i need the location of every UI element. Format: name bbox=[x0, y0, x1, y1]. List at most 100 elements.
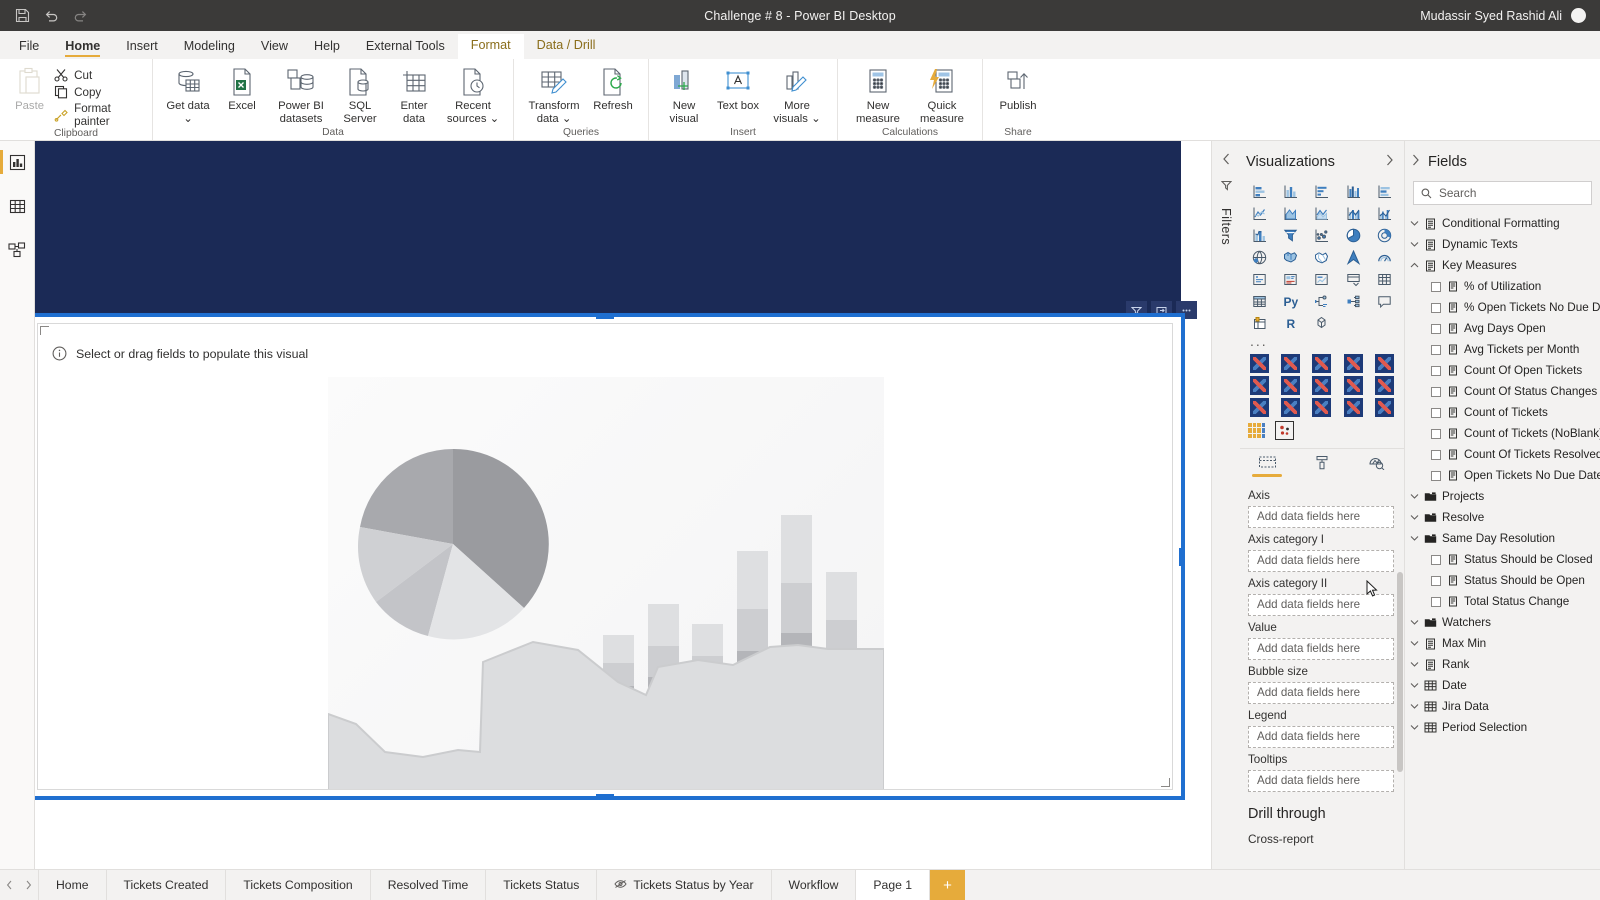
publish-button[interactable]: Publish bbox=[992, 63, 1044, 113]
scatter-chart-icon[interactable] bbox=[1306, 225, 1337, 246]
field-item[interactable]: Count of Tickets bbox=[1405, 402, 1600, 423]
tab-analytics[interactable] bbox=[1349, 455, 1404, 480]
custom-visual-icon[interactable] bbox=[1312, 398, 1331, 417]
ribbon-tab-format[interactable]: Format bbox=[458, 34, 524, 59]
stacked-column-chart-icon[interactable] bbox=[1275, 181, 1306, 202]
chevron-down-icon[interactable] bbox=[1409, 514, 1419, 521]
page-tab-workflow[interactable]: Workflow bbox=[771, 870, 856, 900]
get-more-visuals-icon[interactable] bbox=[1275, 421, 1294, 440]
new-measure-button[interactable]: New measure bbox=[847, 63, 909, 125]
field-checkbox[interactable] bbox=[1431, 387, 1441, 397]
ribbon-tab-external-tools[interactable]: External Tools bbox=[353, 36, 458, 59]
power-bi-datasets-button[interactable]: Power BI datasets bbox=[270, 63, 332, 125]
refresh-button[interactable]: Refresh bbox=[587, 63, 639, 113]
r-script-visual-icon[interactable]: R bbox=[1275, 313, 1306, 334]
avatar[interactable] bbox=[1571, 8, 1586, 23]
q-and-a-icon[interactable] bbox=[1369, 291, 1400, 312]
field-group-rank[interactable]: Rank bbox=[1405, 654, 1600, 675]
custom-visual-icon[interactable] bbox=[1344, 354, 1363, 373]
field-group-max-min[interactable]: Max Min bbox=[1405, 633, 1600, 654]
well-drop-axis-category-1[interactable]: Add data fields here bbox=[1248, 550, 1394, 572]
field-item[interactable]: Count Of Open Tickets bbox=[1405, 360, 1600, 381]
recent-sources-button[interactable]: Recent sources ⌄ bbox=[442, 63, 504, 125]
chevron-down-icon[interactable] bbox=[1409, 724, 1419, 731]
chevron-up-icon[interactable] bbox=[1409, 262, 1419, 269]
filters-rail[interactable]: Filters bbox=[1212, 141, 1240, 869]
ribbon-tab-data-drill[interactable]: Data / Drill bbox=[524, 34, 609, 59]
well-drop-tooltips[interactable]: Add data fields here bbox=[1248, 770, 1394, 792]
custom-visual-icon[interactable] bbox=[1250, 354, 1269, 373]
page-tab-resolved-time[interactable]: Resolved Time bbox=[370, 870, 486, 900]
page-tab-page-1[interactable]: Page 1 bbox=[855, 870, 929, 900]
custom-visual-icon[interactable] bbox=[1281, 398, 1300, 417]
line-and-stacked-column-chart-icon[interactable] bbox=[1338, 203, 1369, 224]
redo-icon[interactable] bbox=[72, 7, 89, 24]
empty-visual[interactable]: Select or drag fields to populate this v… bbox=[37, 323, 1173, 790]
chevron-down-icon[interactable] bbox=[1409, 241, 1419, 248]
page-tab-tickets-status[interactable]: Tickets Status bbox=[485, 870, 596, 900]
ribbon-tab-modeling[interactable]: Modeling bbox=[171, 36, 248, 59]
custom-visual-icon[interactable] bbox=[1312, 376, 1331, 395]
field-item[interactable]: Status Should be Closed bbox=[1405, 549, 1600, 570]
field-folder-watchers[interactable]: Watchers bbox=[1405, 612, 1600, 633]
add-page-button[interactable]: + bbox=[929, 870, 965, 900]
filter-funnel-icon[interactable] bbox=[1221, 178, 1232, 196]
chevron-right-icon[interactable] bbox=[1411, 153, 1420, 171]
sql-server-button[interactable]: SQL Server bbox=[334, 63, 386, 125]
key-influencers-icon[interactable] bbox=[1338, 291, 1369, 312]
quick-measure-button[interactable]: Quick measure bbox=[911, 63, 973, 125]
gauge-icon[interactable] bbox=[1369, 247, 1400, 268]
custom-visual-icon[interactable] bbox=[1375, 354, 1394, 373]
slicer-icon[interactable] bbox=[1338, 269, 1369, 290]
azure-map-icon[interactable] bbox=[1338, 247, 1369, 268]
field-checkbox[interactable] bbox=[1431, 597, 1441, 607]
page-tab-tickets-composition[interactable]: Tickets Composition bbox=[225, 870, 369, 900]
field-item[interactable]: Total Status Change bbox=[1405, 591, 1600, 612]
field-item[interactable]: Avg Days Open bbox=[1405, 318, 1600, 339]
tab-fields-well[interactable] bbox=[1240, 455, 1295, 480]
field-folder-projects[interactable]: Projects bbox=[1405, 486, 1600, 507]
stacked-bar-chart-icon[interactable] bbox=[1244, 181, 1275, 202]
visual-gallery-more-options[interactable]: ... bbox=[1240, 334, 1404, 350]
transform-data-button[interactable]: Transform data ⌄ bbox=[523, 63, 585, 125]
chevron-right-icon[interactable] bbox=[1385, 153, 1394, 171]
new-visual-button[interactable]: New visual bbox=[658, 63, 710, 125]
card-icon[interactable] bbox=[1244, 269, 1275, 290]
pie-chart-icon[interactable] bbox=[1338, 225, 1369, 246]
chevron-down-icon[interactable] bbox=[1409, 535, 1419, 542]
ribbon-chart-icon[interactable] bbox=[1244, 225, 1275, 246]
sidebar-item-model-view[interactable] bbox=[0, 235, 35, 265]
copy-button[interactable]: Copy bbox=[54, 85, 143, 99]
enter-data-button[interactable]: Enter data bbox=[388, 63, 440, 125]
filters-pane-label[interactable]: Filters bbox=[1219, 208, 1233, 245]
filled-map-icon[interactable] bbox=[1275, 247, 1306, 268]
field-table-period-selection[interactable]: Period Selection bbox=[1405, 717, 1600, 738]
funnel-chart-icon[interactable] bbox=[1275, 225, 1306, 246]
area-chart-icon[interactable] bbox=[1275, 203, 1306, 224]
kpi-icon[interactable] bbox=[1306, 269, 1337, 290]
field-table-date[interactable]: Date bbox=[1405, 675, 1600, 696]
sidebar-item-data-view[interactable] bbox=[0, 191, 35, 221]
line-and-clustered-column-chart-icon[interactable] bbox=[1369, 203, 1400, 224]
matrix-icon[interactable] bbox=[1244, 291, 1275, 312]
selected-visual-container[interactable]: Select or drag fields to populate this v… bbox=[35, 313, 1185, 800]
chevron-down-icon[interactable] bbox=[1409, 640, 1419, 647]
chevron-down-icon[interactable] bbox=[1409, 493, 1419, 500]
field-checkbox[interactable] bbox=[1431, 282, 1441, 292]
table-icon[interactable] bbox=[1369, 269, 1400, 290]
shape-map-icon[interactable] bbox=[1306, 247, 1337, 268]
field-checkbox[interactable] bbox=[1431, 576, 1441, 586]
line-chart-icon[interactable] bbox=[1244, 203, 1275, 224]
chevron-down-icon[interactable] bbox=[1409, 619, 1419, 626]
field-checkbox[interactable] bbox=[1431, 303, 1441, 313]
well-drop-axis[interactable]: Add data fields here bbox=[1248, 506, 1394, 528]
smart-narrative-icon[interactable] bbox=[1306, 313, 1337, 334]
page-prev-button[interactable] bbox=[0, 880, 19, 890]
field-checkbox[interactable] bbox=[1431, 429, 1441, 439]
field-checkbox[interactable] bbox=[1431, 345, 1441, 355]
sidebar-item-report-view[interactable] bbox=[0, 147, 35, 177]
field-table-jira-data[interactable]: Jira Data bbox=[1405, 696, 1600, 717]
ribbon-tab-view[interactable]: View bbox=[248, 36, 301, 59]
chevron-down-icon[interactable] bbox=[1409, 661, 1419, 668]
custom-visual-icon[interactable] bbox=[1344, 398, 1363, 417]
